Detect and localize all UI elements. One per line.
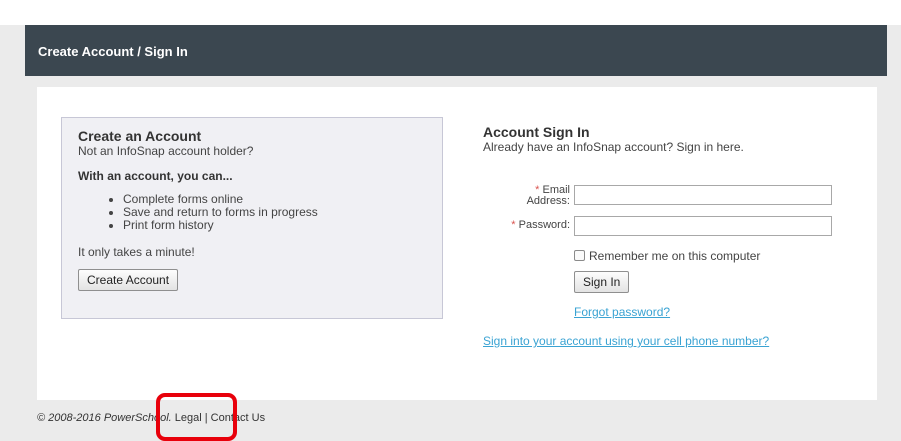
sign-in-button[interactable]: Sign In [574,271,630,293]
password-label: * Password: [511,219,570,231]
create-account-button[interactable]: Create Account [78,269,179,291]
sign-in-subtitle: Already have an InfoSnap account? Sign i… [483,140,744,154]
sign-in-title: Account Sign In [483,124,590,140]
remember-me-label: Remember me on this computer [589,249,761,263]
page-header: Create Account / Sign In [25,25,887,76]
email-field[interactable] [574,185,832,205]
forgot-password-link[interactable]: Forgot password? [574,305,670,319]
cell-phone-sign-in-link[interactable]: Sign into your account using your cell p… [483,334,769,348]
footer-separator: | [204,412,208,424]
copyright-text: © 2008-2016 PowerSchool. [37,412,172,424]
sign-in-section: Account Sign In Already have an InfoSnap… [483,124,863,348]
create-account-subtitle: Not an InfoSnap account holder? [78,144,254,158]
minute-text: It only takes a minute! [78,245,195,259]
remember-me-checkbox[interactable] [574,250,585,261]
remember-me-row: Remember me on this computer [574,249,760,263]
main-panel: Create an Account Not an InfoSnap accoun… [37,87,877,400]
top-strip [0,0,901,25]
required-mark: * [511,219,516,231]
benefits-heading: With an account, you can... [78,169,233,183]
password-field[interactable] [574,216,832,236]
page-title: Create Account / Sign In [38,44,188,59]
create-account-box: Create an Account Not an InfoSnap accoun… [61,117,443,319]
legal-link[interactable]: Legal [175,412,202,424]
contact-us-link[interactable]: Contact Us [211,412,265,424]
footer: © 2008-2016 PowerSchool. Legal | Contact… [37,412,265,424]
benefits-list: Complete forms online Save and return to… [123,193,426,232]
email-label: * Email Address: [526,184,570,207]
benefit-item: Print form history [123,219,426,232]
create-account-title: Create an Account [78,128,202,144]
